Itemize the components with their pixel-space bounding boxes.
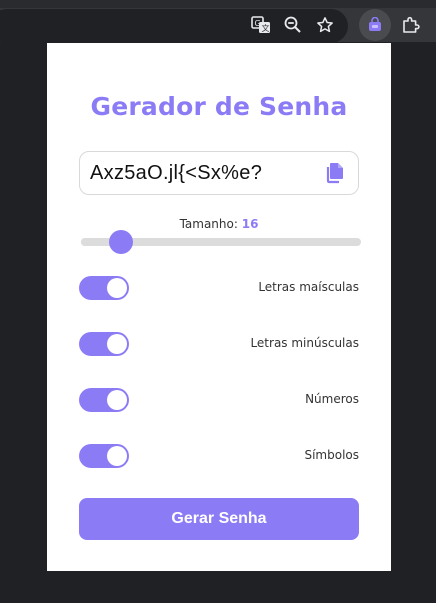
translate-icon[interactable]: G 文 <box>248 12 274 38</box>
tab-strip <box>0 0 436 8</box>
toggle-numbers[interactable] <box>79 388 129 412</box>
length-slider[interactable] <box>81 230 361 254</box>
option-label-numbers: Números <box>305 392 359 406</box>
password-value[interactable]: Axz5aO.jl{<Sx%e? <box>90 162 262 185</box>
toggle-uppercase[interactable] <box>79 276 129 300</box>
toggle-knob <box>107 278 127 298</box>
option-label-symbols: Símbolos <box>304 448 359 462</box>
option-symbols: Símbolos <box>79 444 359 468</box>
length-label-text: Tamanho: <box>179 217 238 231</box>
svg-text:文: 文 <box>262 23 270 33</box>
option-uppercase: Letras maísculas <box>79 276 359 300</box>
toggle-knob <box>107 446 127 466</box>
toggle-knob <box>107 390 127 410</box>
page-title: Gerador de Senha <box>90 92 348 121</box>
generate-password-button[interactable]: Gerar Senha <box>79 498 359 540</box>
password-generator-popup: Gerador de Senha Axz5aO.jl{<Sx%e? Tamanh… <box>47 43 391 571</box>
length-label: Tamanho: 16 <box>47 217 391 231</box>
toggle-symbols[interactable] <box>79 444 129 468</box>
option-label-uppercase: Letras maísculas <box>258 280 359 294</box>
option-numbers: Números <box>79 388 359 412</box>
slider-thumb[interactable] <box>109 230 133 254</box>
copy-icon <box>326 163 343 184</box>
bookmark-star-icon[interactable] <box>312 12 338 38</box>
browser-toolbar: G 文 <box>0 0 436 43</box>
extensions-puzzle-icon[interactable] <box>398 12 424 38</box>
extension-app-icon[interactable] <box>359 9 391 41</box>
option-lowercase: Letras minúsculas <box>79 332 359 356</box>
option-label-lowercase: Letras minúsculas <box>250 336 359 350</box>
length-value: 16 <box>241 217 259 231</box>
toggle-knob <box>107 334 127 354</box>
copy-button[interactable] <box>324 162 346 184</box>
zoom-out-icon[interactable] <box>280 12 306 38</box>
toggle-lowercase[interactable] <box>79 332 129 356</box>
password-field[interactable]: Axz5aO.jl{<Sx%e? <box>79 151 359 195</box>
